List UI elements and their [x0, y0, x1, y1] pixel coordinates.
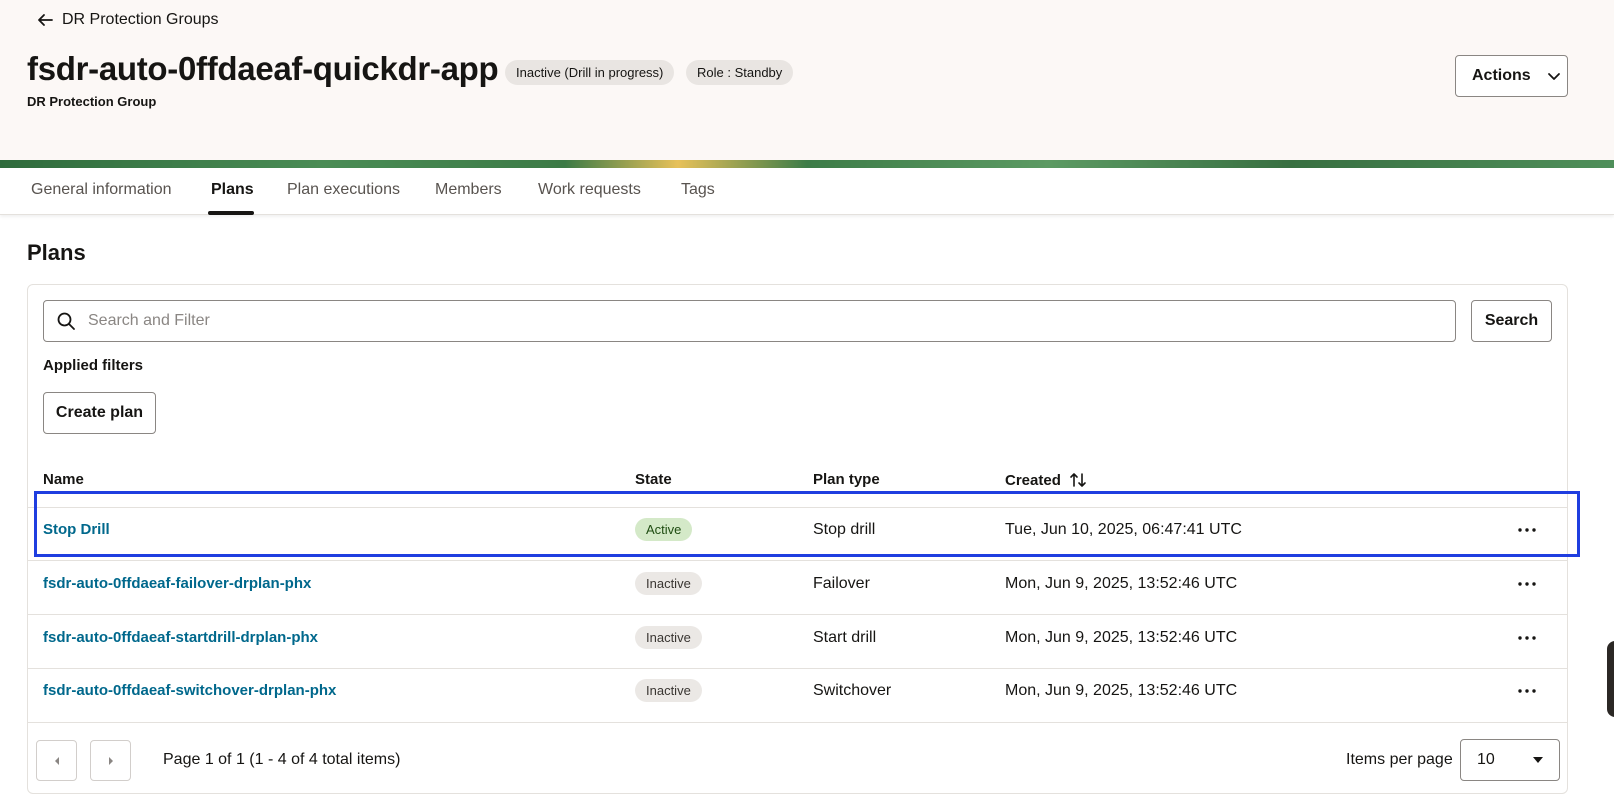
- row-actions-button[interactable]: [1512, 611, 1542, 664]
- create-plan-button[interactable]: Create plan: [43, 392, 156, 434]
- created-cell: Mon, Jun 9, 2025, 13:52:46 UTC: [1005, 681, 1238, 699]
- side-panel-handle[interactable]: [1607, 641, 1614, 717]
- row-actions-button[interactable]: [1512, 557, 1542, 610]
- created-cell: Tue, Jun 10, 2025, 06:47:41 UTC: [1005, 520, 1242, 538]
- actions-label: Actions: [1472, 67, 1531, 84]
- items-per-page-label: Items per page: [1346, 751, 1453, 768]
- search-input[interactable]: [88, 312, 1388, 330]
- more-icon: [1518, 688, 1536, 693]
- plan-type-cell: Switchover: [813, 681, 892, 699]
- more-icon: [1518, 581, 1536, 586]
- section-title: Plans: [27, 240, 86, 265]
- created-cell: Mon, Jun 9, 2025, 13:52:46 UTC: [1005, 628, 1238, 646]
- plan-type-cell: Failover: [813, 574, 870, 592]
- plan-type-cell: Start drill: [813, 628, 877, 646]
- created-cell: Mon, Jun 9, 2025, 13:52:46 UTC: [1005, 574, 1238, 592]
- tab-work-requests[interactable]: Work requests: [538, 181, 641, 199]
- table-row: fsdr-auto-0ffdaeaf-switchover-drplan-phx…: [28, 664, 1567, 717]
- column-header-plan-type[interactable]: Plan type: [813, 471, 880, 488]
- active-tab-indicator: [208, 211, 254, 215]
- page-subtitle: DR Protection Group: [27, 94, 157, 109]
- column-header-name[interactable]: Name: [43, 471, 84, 488]
- tab-general-information[interactable]: General information: [31, 181, 172, 199]
- previous-page-button[interactable]: [36, 740, 77, 781]
- status-badge: Inactive: [635, 679, 702, 702]
- table-row: fsdr-auto-0ffdaeaf-startdrill-drplan-phx…: [28, 611, 1567, 664]
- chevron-right-icon: [108, 756, 113, 765]
- column-header-created[interactable]: Created: [1005, 471, 1087, 489]
- status-badge: Inactive: [635, 626, 702, 649]
- tab-bar: General information Plans Plan execution…: [0, 168, 1614, 215]
- column-header-name-label: Name: [43, 471, 84, 488]
- plan-name-link[interactable]: fsdr-auto-0ffdaeaf-switchover-drplan-phx: [43, 682, 336, 699]
- search-field[interactable]: [43, 300, 1456, 342]
- column-header-state[interactable]: State: [635, 471, 672, 488]
- column-header-created-label: Created: [1005, 471, 1061, 489]
- items-per-page-value: 10: [1477, 751, 1495, 768]
- plan-name-link[interactable]: fsdr-auto-0ffdaeaf-failover-drplan-phx: [43, 575, 311, 592]
- back-link[interactable]: DR Protection Groups: [36, 11, 219, 29]
- sort-icon[interactable]: [1069, 471, 1087, 489]
- column-header-plan-type-label: Plan type: [813, 471, 880, 488]
- status-badge: Inactive: [635, 572, 702, 595]
- row-divider: [28, 722, 1567, 723]
- chevron-down-icon: [1547, 73, 1560, 80]
- chevron-left-icon: [54, 756, 59, 765]
- decorative-banner: [0, 160, 1614, 168]
- page-title: fsdr-auto-0ffdaeaf-quickdr-app: [27, 50, 499, 87]
- next-page-button[interactable]: [90, 740, 131, 781]
- plan-name-link[interactable]: fsdr-auto-0ffdaeaf-startdrill-drplan-phx: [43, 629, 318, 646]
- status-badge: Active: [635, 518, 693, 541]
- column-header-state-label: State: [635, 471, 672, 488]
- tab-members[interactable]: Members: [435, 181, 502, 199]
- row-actions-button[interactable]: [1512, 664, 1542, 717]
- table-row: fsdr-auto-0ffdaeaf-failover-drplan-phx I…: [28, 557, 1567, 610]
- tab-plans[interactable]: Plans: [211, 181, 254, 199]
- tab-plan-executions[interactable]: Plan executions: [287, 181, 400, 199]
- search-button[interactable]: Search: [1471, 300, 1552, 342]
- pagination-summary: Page 1 of 1 (1 - 4 of 4 total items): [163, 751, 401, 768]
- plan-type-cell: Stop drill: [813, 520, 876, 538]
- table-row: Stop Drill Active Stop drill Tue, Jun 10…: [28, 503, 1567, 556]
- caret-down-icon: [1533, 757, 1543, 763]
- tab-tags[interactable]: Tags: [681, 181, 715, 199]
- items-per-page-select[interactable]: 10: [1460, 739, 1560, 781]
- back-link-label: DR Protection Groups: [62, 11, 219, 28]
- role-badge: Role : Standby: [686, 60, 794, 85]
- page-header: DR Protection Groups fsdr-auto-0ffdaeaf-…: [0, 0, 1614, 160]
- plan-name-link[interactable]: Stop Drill: [43, 521, 110, 538]
- lifecycle-badge: Inactive (Drill in progress): [505, 60, 675, 85]
- actions-button[interactable]: Actions: [1455, 55, 1568, 97]
- arrow-left-icon: [38, 14, 53, 26]
- more-icon: [1518, 527, 1536, 532]
- search-icon: [57, 312, 75, 330]
- more-icon: [1518, 635, 1536, 640]
- row-actions-button[interactable]: [1512, 503, 1542, 556]
- applied-filters-label: Applied filters: [43, 357, 144, 374]
